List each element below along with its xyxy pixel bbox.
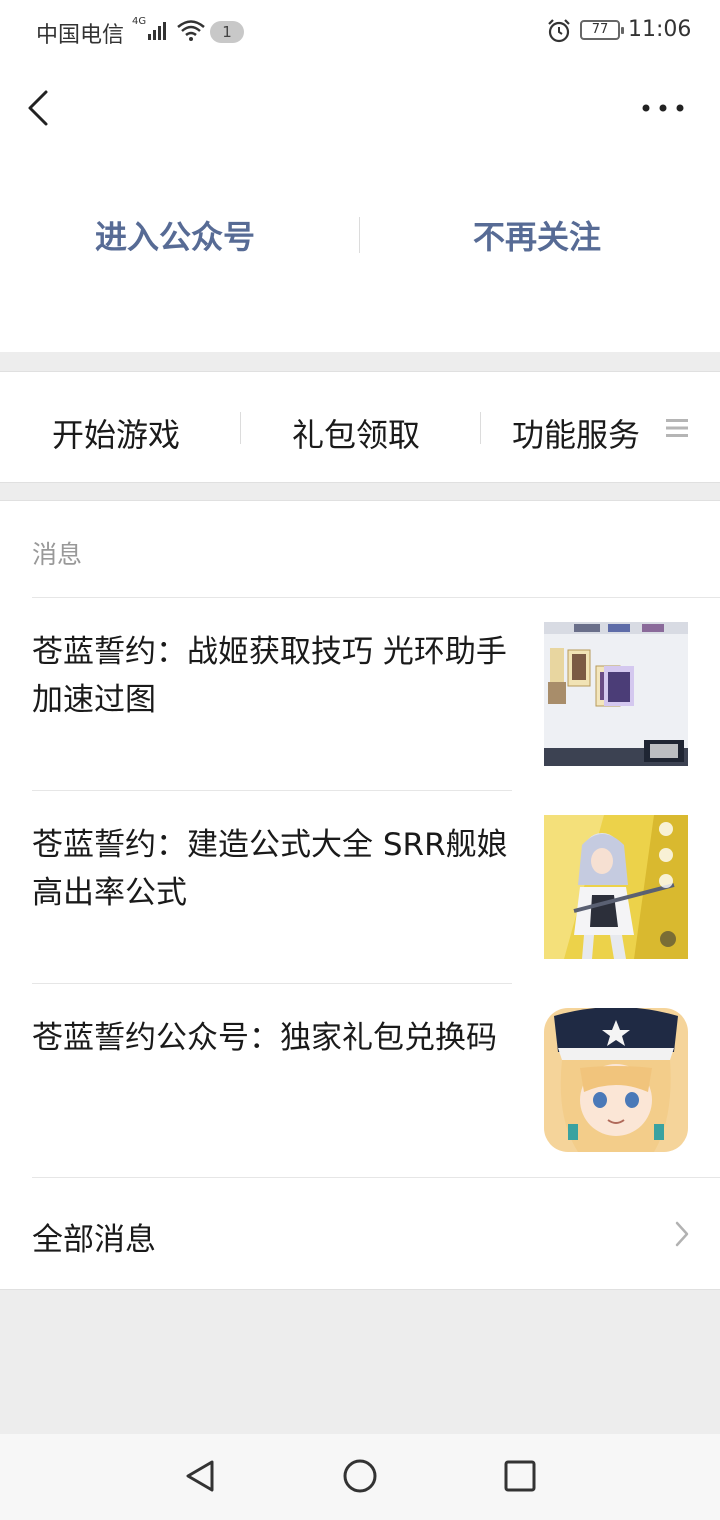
- hamburger-icon[interactable]: [666, 418, 688, 438]
- account-header: 进入公众号 不再关注: [0, 62, 720, 352]
- clock: 11:06: [628, 17, 692, 42]
- notification-badge: 1: [210, 21, 244, 43]
- article-title: 苍蓝誓约：战姬获取技巧 光环助手加速过图: [32, 634, 507, 718]
- article-thumbnail: [544, 815, 688, 959]
- menu-item-services[interactable]: 功能服务: [512, 410, 640, 456]
- nav-recent-square-icon[interactable]: [500, 1456, 540, 1496]
- unfollow-button[interactable]: 不再关注: [473, 212, 601, 258]
- menu-item-gift-pack[interactable]: 礼包领取: [292, 410, 420, 456]
- system-nav-bar: [0, 1434, 720, 1520]
- nav-home-circle-icon[interactable]: [340, 1456, 380, 1496]
- wifi-icon: [177, 20, 205, 41]
- menu-divider: [240, 412, 241, 444]
- action-divider: [359, 217, 360, 253]
- battery-indicator: 77: [580, 20, 624, 40]
- svg-text:4G: 4G: [132, 16, 146, 27]
- all-messages-row[interactable]: 全部消息: [0, 1178, 720, 1290]
- messages-section: 消息 苍蓝誓约：战姬获取技巧 光环助手加速过图 苍蓝誓约：建造公式大全 SRR舰…: [0, 500, 720, 1290]
- account-menu-bar: 开始游戏 礼包领取 功能服务: [0, 371, 720, 483]
- messages-heading: 消息: [32, 540, 83, 569]
- chevron-right-icon: [675, 1221, 689, 1247]
- enter-account-button[interactable]: 进入公众号: [95, 212, 255, 258]
- article-title: 苍蓝誓约：建造公式大全 SRR舰娘高出率公式: [32, 827, 508, 911]
- cell-signal-icon: 4G: [132, 16, 166, 40]
- carrier-name: 中国电信: [36, 23, 125, 48]
- article-item[interactable]: 苍蓝誓约：战姬获取技巧 光环助手加速过图: [32, 598, 720, 791]
- back-arrow-icon[interactable]: [24, 88, 54, 128]
- nav-back-triangle-icon[interactable]: [180, 1456, 220, 1496]
- article-thumbnail: [544, 1008, 688, 1152]
- alarm-icon: [548, 19, 570, 43]
- article-thumbnail: [544, 622, 688, 766]
- menu-divider: [480, 412, 481, 444]
- menu-item-start-game[interactable]: 开始游戏: [52, 410, 180, 456]
- more-dots-icon[interactable]: [640, 98, 686, 118]
- article-item[interactable]: 苍蓝誓约：建造公式大全 SRR舰娘高出率公式: [32, 791, 720, 984]
- all-messages-label: 全部消息: [32, 1222, 156, 1258]
- article-title: 苍蓝誓约公众号：独家礼包兑换码: [32, 1020, 497, 1056]
- article-item[interactable]: 苍蓝誓约公众号：独家礼包兑换码: [32, 984, 720, 1177]
- status-bar: 中国电信 4G 1 77 11:06: [0, 0, 720, 62]
